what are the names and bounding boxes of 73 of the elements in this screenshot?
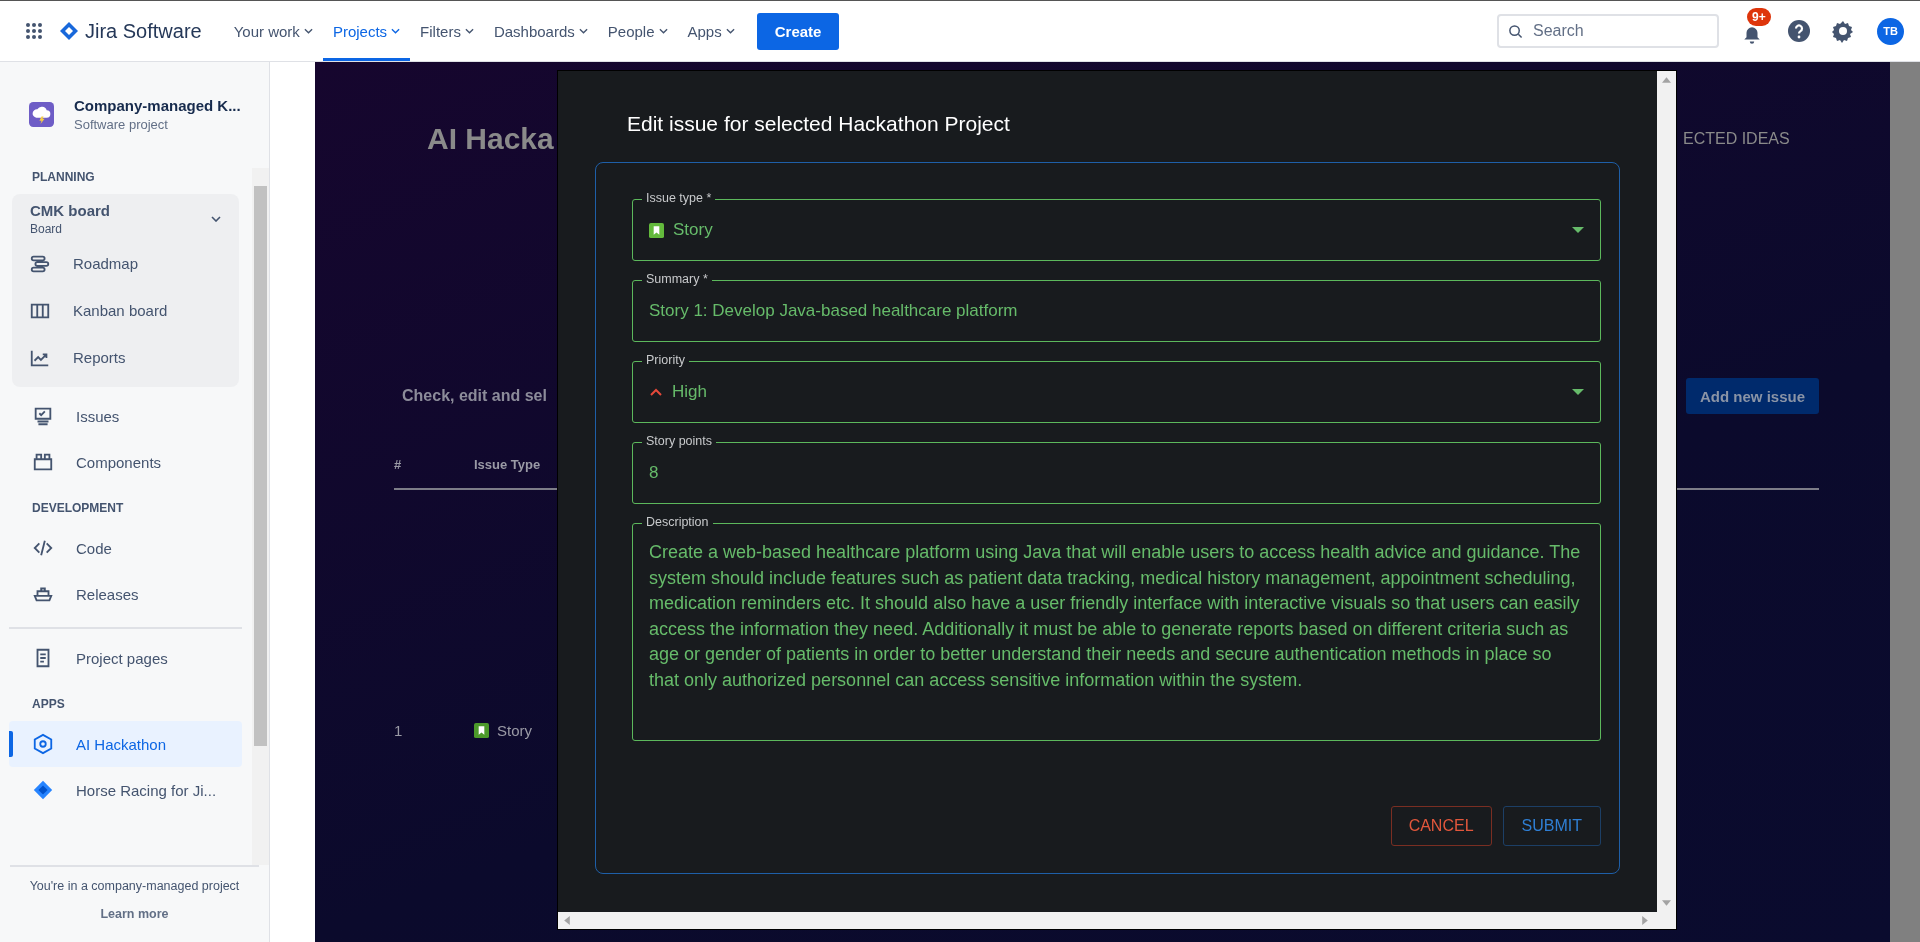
project-type: Software project — [74, 116, 169, 132]
field-value: Story 1: Develop Java-based healthcare platform — [649, 300, 1019, 323]
user-avatar[interactable]: TB — [1877, 17, 1904, 45]
add-issue-button[interactable]: Add new issue — [1685, 378, 1819, 414]
field-label: Priority — [642, 353, 689, 367]
story-icon — [649, 222, 664, 238]
create-button[interactable]: Create — [756, 12, 840, 50]
chevron-icon — [725, 28, 735, 34]
chevron-icon[interactable] — [211, 216, 221, 222]
product-name[interactable]: Jira Software — [85, 19, 202, 43]
sidebar-item[interactable]: AI Hackathon — [9, 721, 242, 767]
nav-menu[interactable]: People — [597, 1, 678, 61]
tab-label[interactable]: ECTED IDEAS — [1683, 130, 1790, 148]
project-name: Company-managed K... — [74, 96, 241, 114]
chevron-icon — [464, 28, 474, 34]
board-subtitle: Board — [30, 222, 64, 236]
sidebar-item[interactable]: Components — [9, 439, 242, 485]
field-value: Story — [673, 219, 714, 242]
field-value: High — [672, 381, 708, 404]
sidebar-item[interactable]: Code — [9, 525, 242, 571]
priority-icon — [649, 387, 663, 397]
components-icon — [32, 451, 54, 473]
help-icon[interactable] — [1787, 19, 1811, 43]
issues-icon — [32, 405, 54, 427]
chevron-icon — [578, 28, 588, 34]
nav-menu[interactable]: Dashboards — [483, 1, 598, 61]
sidebar-item[interactable]: Reports — [12, 334, 239, 381]
dropdown-icon[interactable] — [1572, 389, 1584, 395]
intro-text: Check, edit and sel — [402, 387, 547, 405]
project-icon — [29, 101, 54, 127]
cancel-button[interactable]: CANCEL — [1390, 806, 1492, 846]
story-icon — [474, 723, 489, 738]
footer-text: You're in a company-managed project — [29, 879, 240, 893]
dialog-title: Edit issue for selected Hackathon Project — [627, 112, 1011, 136]
notification-badge: 9+ — [1747, 8, 1771, 26]
chevron-icon — [303, 28, 313, 34]
search-icon — [1508, 24, 1523, 39]
chevron-icon — [391, 28, 401, 34]
sidebar-item[interactable]: Project pages — [9, 635, 242, 681]
field-value: Create a web-based healthcare platform using Java that will enable users to access health advice and guidance. The system should include features such as patient data tracking, medical history management, appointment scheduling, medication reminders etc. It should also have a user friendly interface with interactive visuals so that users can easily access the information they need. Additionally it must be able to generate reports based on different criteria such as age or gender of patients in order to better understand their needs and secure authentication methods in place so that only authorized personnel can access sensitive information within the system. — [649, 541, 1582, 692]
field-value: 8 — [649, 462, 660, 485]
board-name[interactable]: CMK board — [30, 202, 211, 219]
section-heading: DEVELOPMENT — [31, 500, 125, 517]
learn-more-link[interactable]: Learn more — [100, 907, 169, 921]
chevron-icon — [658, 28, 668, 34]
field-label: Description — [642, 515, 713, 529]
table-cell-text: 1 — [394, 722, 404, 739]
logo-icon — [59, 21, 79, 41]
table-cell: Story — [497, 722, 532, 739]
dropdown-icon[interactable] — [1572, 227, 1584, 233]
sidebar-item[interactable]: Kanban board — [12, 287, 239, 334]
sidebar-item[interactable]: Roadmap — [12, 240, 239, 287]
hexagon-icon — [32, 733, 54, 755]
sidebar-item[interactable]: Horse Racing for Ji... — [9, 767, 242, 813]
field-label: Issue type * — [642, 191, 716, 205]
settings-icon[interactable] — [1831, 19, 1855, 43]
app-switcher-icon[interactable] — [25, 22, 43, 40]
column-header[interactable]: Issue Type — [474, 456, 541, 472]
search-field[interactable]: Search — [1497, 14, 1719, 48]
submit-button[interactable]: SUBMIT — [1502, 806, 1601, 846]
page-title: AI Hacka — [427, 122, 554, 155]
nav-menu[interactable]: Apps — [677, 1, 745, 61]
section-heading: PLANNING — [31, 169, 96, 186]
field-label: Summary * — [642, 272, 712, 286]
sidebar-item[interactable]: Issues — [9, 393, 242, 439]
nav-menu[interactable]: Filters — [410, 1, 484, 61]
sidebar-item[interactable]: Releases — [9, 571, 242, 617]
column-header[interactable]: # — [394, 456, 474, 472]
nav-menu[interactable]: Your work — [223, 1, 323, 61]
scrollbar[interactable] — [252, 168, 269, 865]
section-heading: APPS — [31, 696, 66, 713]
diamond-icon — [32, 779, 54, 801]
field-label: Story points — [642, 434, 716, 448]
